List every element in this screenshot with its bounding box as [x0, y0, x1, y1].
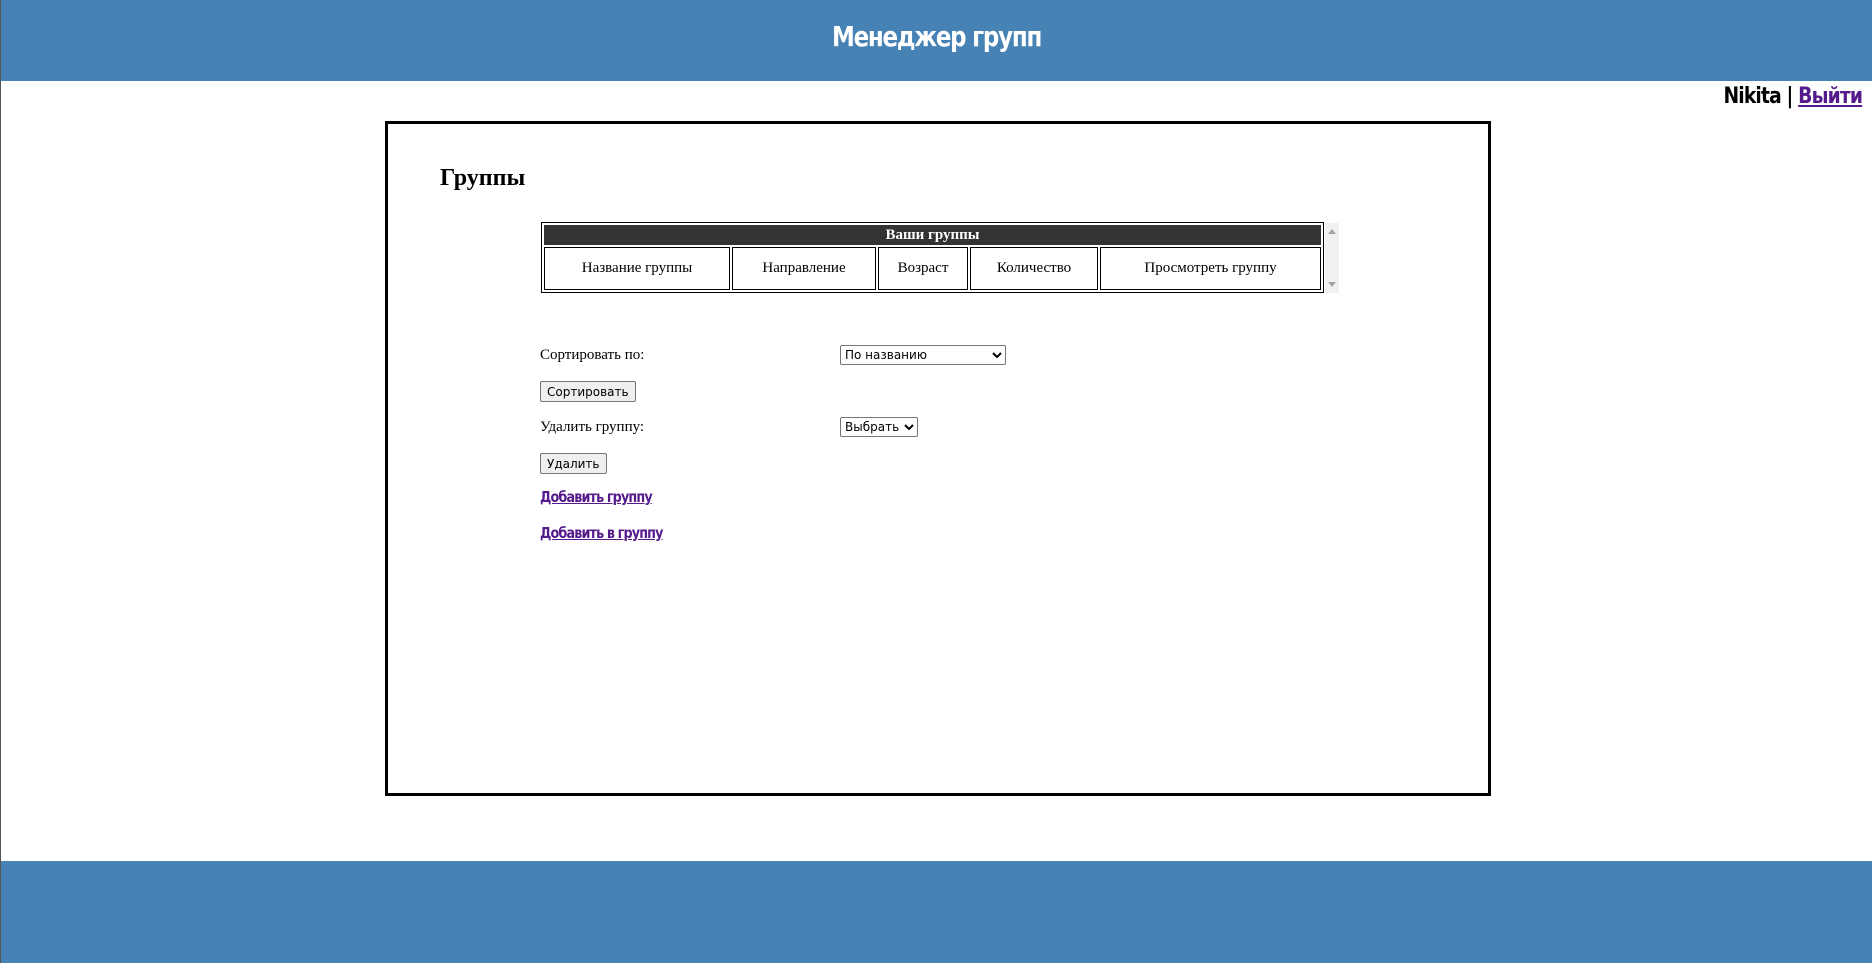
sort-label: Сортировать по:	[540, 347, 645, 363]
column-header-age: Возраст	[878, 247, 968, 290]
logout-link[interactable]: Выйти	[1798, 84, 1863, 109]
delete-label: Удалить группу:	[540, 419, 645, 435]
scroll-down-icon[interactable]	[1328, 282, 1336, 287]
add-to-group-link[interactable]: Добавить в группу	[540, 524, 663, 542]
column-header-name: Название группы	[544, 247, 730, 290]
user-area: Nikita | Выйти	[1723, 84, 1863, 109]
app-title: Менеджер групп	[832, 20, 1042, 53]
column-header-count: Количество	[970, 247, 1098, 290]
add-group-link[interactable]: Добавить группу	[540, 488, 653, 506]
sort-button-row: Сортировать	[540, 381, 636, 402]
sort-row: Сортировать по: По названию	[540, 345, 1020, 367]
delete-button[interactable]: Удалить	[540, 453, 607, 474]
groups-table-container[interactable]: Ваши группы Название группы Направление …	[541, 222, 1339, 294]
delete-button-row: Удалить	[540, 453, 607, 474]
column-header-view: Просмотреть группу	[1100, 247, 1321, 290]
table-scrollbar[interactable]	[1325, 223, 1339, 293]
main-panel: Группы Ваши группы Название группы Напра…	[385, 121, 1491, 796]
user-separator: |	[1786, 84, 1793, 109]
table-caption-row: Ваши группы	[544, 225, 1321, 245]
footer-bar	[1, 861, 1872, 963]
header-bar: Менеджер групп	[1, 0, 1872, 81]
sort-select[interactable]: По названию	[840, 345, 1006, 365]
scroll-up-icon[interactable]	[1328, 229, 1336, 234]
page-title: Группы	[440, 165, 526, 191]
delete-row: Удалить группу: Выбрать	[540, 417, 1020, 439]
delete-group-select[interactable]: Выбрать	[840, 417, 918, 437]
sort-button[interactable]: Сортировать	[540, 381, 636, 402]
username: Nikita	[1723, 84, 1781, 109]
table-header-row: Название группы Направление Возраст Коли…	[544, 247, 1321, 290]
table-caption: Ваши группы	[544, 225, 1321, 245]
column-header-direction: Направление	[732, 247, 876, 290]
page: Менеджер групп Nikita | Выйти Группы Ваш…	[0, 0, 1872, 963]
groups-table: Ваши группы Название группы Направление …	[541, 222, 1324, 293]
